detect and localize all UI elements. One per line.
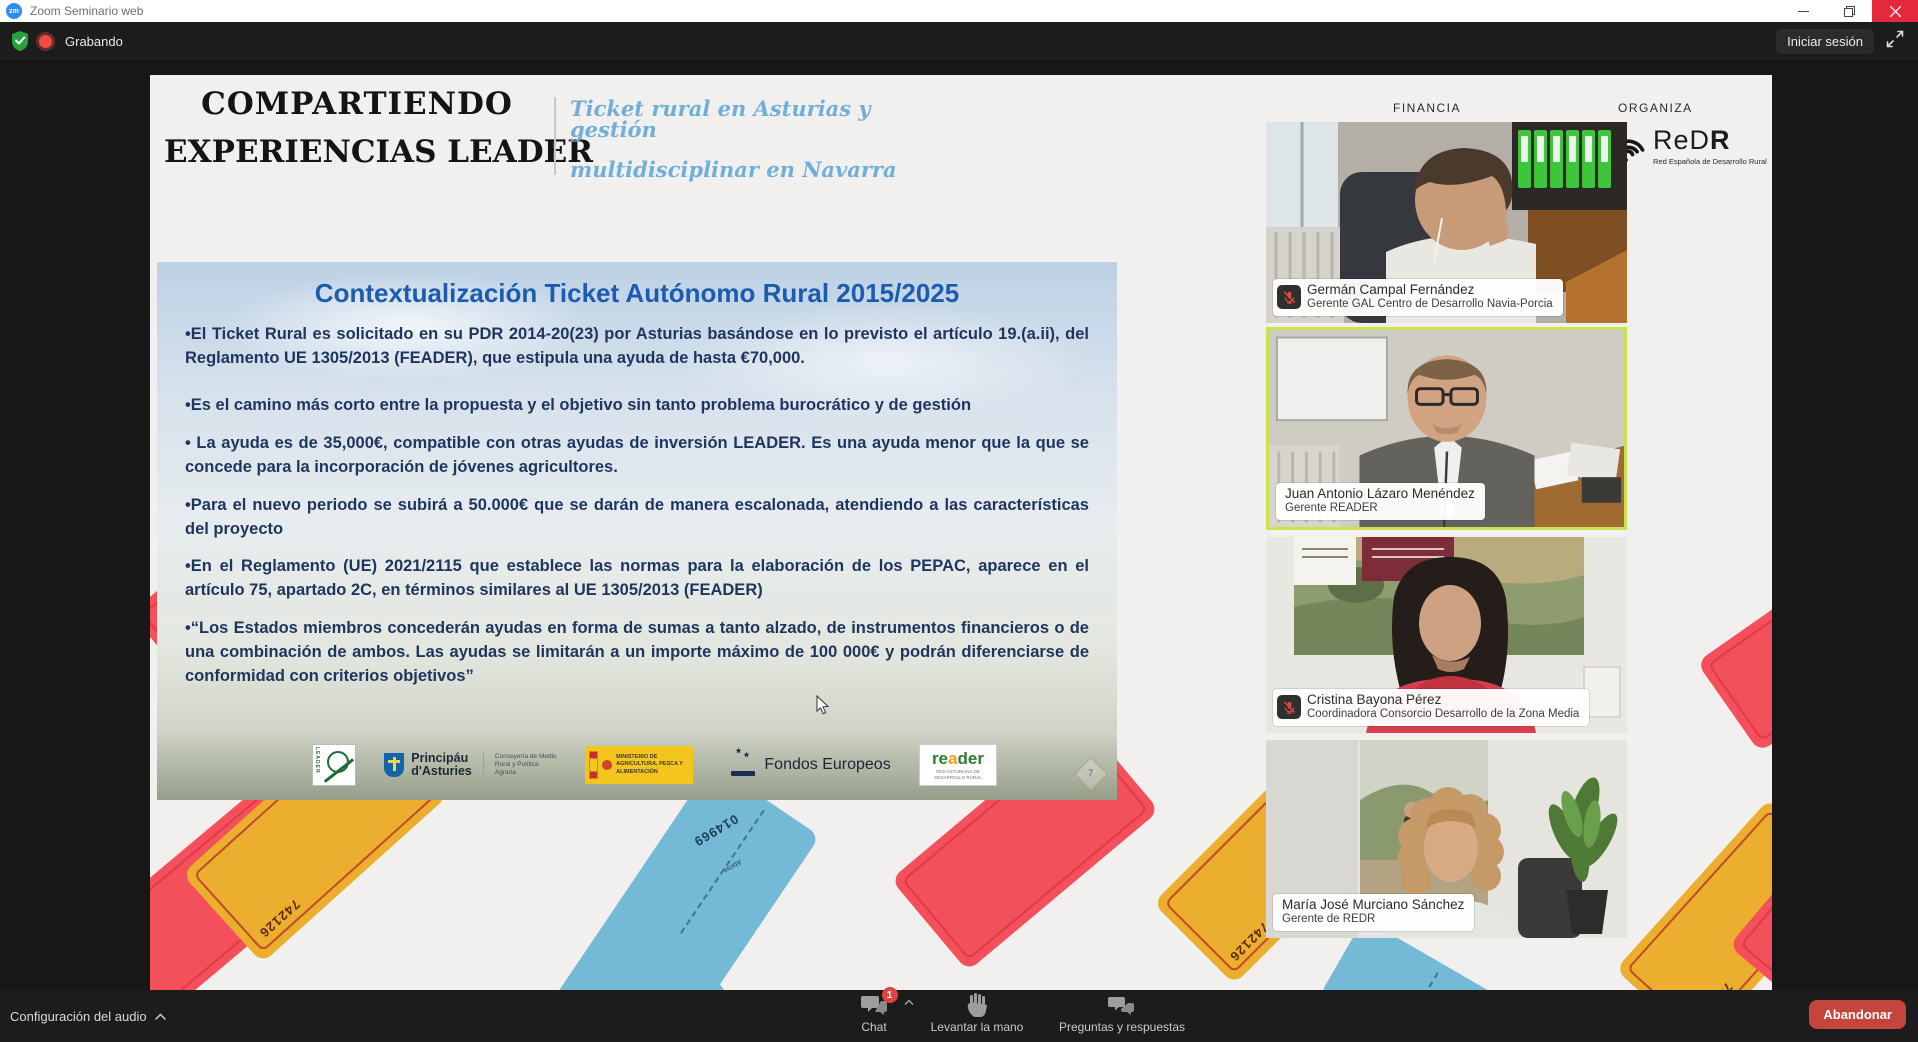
fondos-bars-icon: ★★ [721,750,757,780]
header-subtitle-line1: Ticket rural en Asturias y gestión [570,98,930,140]
spain-flag-icon [589,751,598,779]
leave-button[interactable]: Abandonar [1809,1000,1906,1029]
window-controls [1780,0,1918,22]
chat-button[interactable]: 1 Chat [846,993,902,1039]
asturias-shield-icon [384,753,404,777]
minimize-button[interactable] [1780,0,1826,22]
qa-button[interactable]: Preguntas y respuestas [1042,993,1202,1039]
participant-name: Germán Campal Fernández [1307,282,1553,298]
reader-logo: reader RED ASTURIANA DE DESARROLLO RURAL [919,744,997,786]
qa-icon [1108,995,1136,1017]
close-button[interactable] [1872,0,1918,22]
recording-dot-icon [39,35,52,48]
reader-tagline: RED ASTURIANA DE DESARROLLO RURAL [925,769,991,781]
header-subtitle-line2: multidisciplinar en Navarra [570,159,930,180]
participant-name: Juan Antonio Lázaro Menéndez [1285,486,1475,502]
participant-role: Coordinadora Consorcio Desarrollo de la … [1307,708,1579,722]
window-titlebar: zm Zoom Seminario web [0,0,1918,22]
audio-settings-label: Configuración del audio [10,1009,147,1024]
participant-video-2[interactable]: Juan Antonio Lázaro Menéndez Gerente REA… [1266,327,1627,530]
slide-bullet: •El Ticket Rural es solicitado en su PDR… [185,323,1089,371]
organiza-label: ORGANIZA [1618,101,1693,115]
restore-button[interactable] [1826,0,1872,22]
header-title-line1: COMPARTIENDO [164,89,550,120]
slide-bullet: •Para el nuevo periodo se subirá a 50.00… [185,494,1089,542]
slide-bullet: •Es el camino más corto entre la propues… [185,394,1089,418]
asturias-logo: Principáu d'Asturies Conseyería de Mediu… [384,752,557,778]
slide-content: Contextualización Ticket Autónomo Rural … [185,278,1089,703]
participant-video-1[interactable]: Germán Campal Fernández Gerente GAL Cent… [1266,122,1627,323]
recording-indicator: Grabando [10,30,123,52]
ticket-number: 742126 [256,897,303,941]
ministerio-text: MINISTERIO DE AGRICULTURA, PESCA Y ALIME… [616,754,686,775]
redr-tagline: Red Española de Desarrollo Rural [1653,157,1767,166]
ticket-number: 014969 [691,811,741,849]
muted-mic-icon [1277,285,1301,309]
redr-name: ReDR [1653,127,1767,154]
participant-role: Gerente de REDR [1282,913,1464,927]
slide-bullet: •En el Reglamento (UE) 2021/2115 que est… [185,555,1089,603]
header-divider [554,97,556,175]
sign-in-button[interactable]: Iniciar sesión [1776,29,1874,54]
redr-logo: ReDR Red Española de Desarrollo Rural [1605,127,1767,171]
presentation-header-title: COMPARTIENDO EXPERIENCIAS LEADER [164,89,550,168]
fondos-text: Fondos Europeos [764,756,890,774]
meeting-top-toolbar: Grabando Iniciar sesión [0,22,1918,60]
zoom-app-icon: zm [6,3,22,19]
participant-name: María José Murciano Sánchez [1282,897,1464,913]
participant-video-4[interactable]: María José Murciano Sánchez Gerente de R… [1266,740,1627,938]
chat-unread-badge: 1 [882,987,898,1003]
leader-logo: LEADER [312,744,356,786]
meeting-bottom-toolbar: Configuración del audio 1 Chat [0,990,1918,1042]
financia-label: FINANCIA [1393,101,1461,115]
participant-name: Cristina Bayona Pérez [1307,692,1579,708]
ticket-label: Abriss [722,858,742,874]
fondos-europeos-logo: ★★ Fondos Europeos [721,750,890,780]
asturias-name: Principáu d'Asturies [411,752,472,778]
participant-name-tag: María José Murciano Sánchez Gerente de R… [1273,894,1474,931]
participant-video-3[interactable]: Cristina Bayona Pérez Coordinadora Conso… [1266,537,1627,733]
asturias-department: Conseyería de Mediu Rural y Política Agr… [495,753,557,777]
qa-label: Preguntas y respuestas [1059,1020,1185,1034]
ticket-number: 742126 [1691,980,1735,990]
leader-logo-text: LEADER [314,747,320,774]
raise-hand-button[interactable]: Levantar la mano [912,993,1042,1039]
mouse-cursor [816,695,830,715]
fullscreen-icon[interactable] [1886,30,1904,53]
slide-title: Contextualización Ticket Autónomo Rural … [185,278,1089,309]
raise-hand-icon [966,993,988,1017]
ministerio-logo: MINISTERIO DE AGRICULTURA, PESCA Y ALIME… [585,746,693,784]
participant-role: Gerente READER [1285,502,1475,516]
participant-role: Gerente GAL Centro de Desarrollo Navia-P… [1307,298,1553,312]
slide-logos-row: LEADER Principáu d'Asturies Conseyería d… [312,740,997,790]
header-title-line2: EXPERIENCIAS LEADER [164,137,550,168]
chat-label: Chat [861,1020,886,1034]
raise-hand-label: Levantar la mano [931,1020,1024,1034]
reader-word: reader [932,750,984,767]
participant-name-tag: Juan Antonio Lázaro Menéndez Gerente REA… [1276,483,1485,520]
participant-name-tag: Germán Campal Fernández Gerente GAL Cent… [1273,279,1563,316]
window-title: Zoom Seminario web [30,4,143,18]
presentation-slide: Contextualización Ticket Autónomo Rural … [157,262,1117,800]
security-shield-icon[interactable] [10,30,30,52]
chevron-up-icon[interactable] [155,1013,166,1020]
participant-name-tag: Cristina Bayona Pérez Coordinadora Conso… [1273,689,1589,726]
recording-label: Grabando [65,34,123,49]
presentation-header-subtitle: Ticket rural en Asturias y gestión multi… [570,98,930,180]
audio-settings-button[interactable]: Configuración del audio [10,990,166,1042]
muted-mic-icon [1277,695,1301,719]
spain-crest-icon [602,760,612,770]
slide-bullet: • La ayuda es de 35,000€, compatible con… [185,432,1089,480]
slide-bullet: •“Los Estados miembros concederán ayudas… [185,617,1089,689]
ticket-decoration [1697,548,1772,753]
